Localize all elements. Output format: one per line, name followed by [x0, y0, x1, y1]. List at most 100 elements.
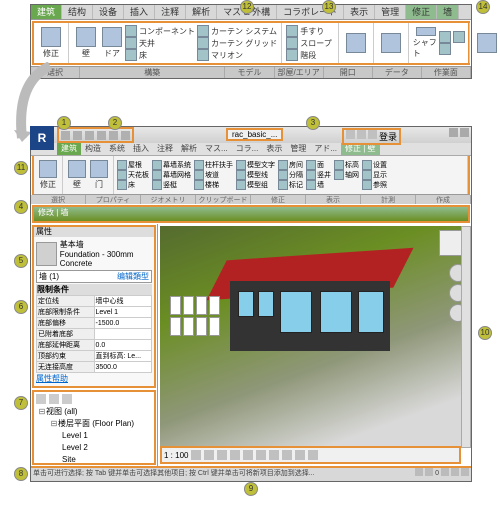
mtab-addins[interactable]: アド... [310, 143, 341, 155]
rb-item[interactable]: 床 [117, 180, 149, 190]
tree-item[interactable]: Site [36, 454, 152, 465]
print-icon[interactable] [109, 131, 118, 140]
vertical-scrollbar[interactable] [461, 226, 471, 448]
datum-button[interactable] [474, 27, 500, 59]
signin-link[interactable]: 登录 [379, 130, 397, 143]
rb-item[interactable]: 标高 [334, 160, 359, 170]
m-wall-button[interactable]: 壁 [66, 158, 88, 192]
tab-architecture[interactable]: 建筑 [31, 5, 62, 19]
mullion-button[interactable]: マリオン [197, 49, 277, 61]
ceiling-button[interactable]: 天井 [125, 37, 195, 49]
filter-icon[interactable] [441, 468, 449, 476]
mtab-analyze[interactable]: 解析 [177, 143, 201, 155]
app-menu-button[interactable]: R [30, 126, 54, 150]
undo-icon[interactable] [85, 131, 94, 140]
mtab-annotate[interactable]: 注释 [153, 143, 177, 155]
properties-help-link[interactable]: 属性帮助 [36, 373, 152, 384]
rb-item[interactable]: 天花板 [117, 170, 149, 180]
wall-button[interactable]: 壁 [73, 27, 99, 59]
sun-icon[interactable] [217, 450, 227, 460]
rb-item[interactable]: 分隔 [278, 170, 303, 180]
curtain-grid-button[interactable]: カーテン グリッド [197, 37, 277, 49]
reveal-icon[interactable] [308, 450, 318, 460]
rb-item[interactable]: 楼梯 [194, 180, 233, 190]
tab-annotate[interactable]: 注释 [155, 5, 186, 19]
rb-item[interactable]: 模型组 [236, 180, 275, 190]
tab-modify[interactable]: 修正 [406, 5, 437, 19]
mtab-insert[interactable]: 插入 [129, 143, 153, 155]
tree-root[interactable]: ⊟视图 (all) [36, 406, 152, 418]
rb-item[interactable]: 屋根 [117, 160, 149, 170]
scale-control[interactable]: 1 : 100 [164, 451, 188, 460]
visual-style-icon[interactable] [204, 450, 214, 460]
tab-manage[interactable]: 管理 [375, 5, 406, 19]
tree-item[interactable]: Level 2 [36, 442, 152, 454]
handrail-button[interactable]: 手すり [286, 25, 332, 37]
options-bar[interactable]: 修改 | 墙 [32, 205, 470, 223]
back-icon[interactable] [49, 394, 59, 404]
rb-item[interactable]: 参照 [362, 180, 387, 190]
detail-level-icon[interactable] [191, 450, 201, 460]
tree-floorplans[interactable]: ⊟楼层平面 (Floor Plan) [36, 418, 152, 430]
rb-item[interactable]: 显示 [362, 170, 387, 180]
m-door-button[interactable]: 门 [88, 158, 110, 192]
measure-icon[interactable] [121, 131, 130, 140]
rb-item[interactable]: 墙 [306, 180, 331, 190]
tab-insert[interactable]: 插入 [124, 5, 155, 19]
search-icon[interactable] [346, 130, 355, 139]
rb-item[interactable]: 标记 [278, 180, 303, 190]
tab-analyze[interactable]: 解析 [186, 5, 217, 19]
model-view[interactable] [160, 226, 461, 448]
exchange-icon[interactable] [449, 128, 458, 137]
mtab-struct[interactable]: 构造 [81, 143, 105, 155]
design-options-icon[interactable] [425, 468, 433, 476]
modify-button[interactable]: 修正 [38, 27, 64, 59]
worksets-icon[interactable] [415, 468, 423, 476]
rb-item[interactable]: 面 [306, 160, 331, 170]
comm-icon[interactable] [357, 130, 366, 139]
mtab-manage[interactable]: 管理 [286, 143, 310, 155]
floor-button[interactable]: 床 [125, 49, 195, 61]
m-modify-button[interactable]: 修正 [37, 158, 59, 192]
edit-type-link[interactable]: 编辑類型 [117, 271, 149, 282]
crop-show-icon[interactable] [269, 450, 279, 460]
rb-item[interactable]: 柱杆扶手 [194, 160, 233, 170]
save-icon[interactable] [73, 131, 82, 140]
slope-button[interactable]: スロープ [286, 37, 332, 49]
lock-icon[interactable] [282, 450, 292, 460]
rb-item[interactable]: 模型文字 [236, 160, 275, 170]
mtab-mass[interactable]: マス... [201, 143, 232, 155]
rb-item[interactable]: 竖梃 [152, 180, 191, 190]
open-icon[interactable] [61, 131, 70, 140]
model-button[interactable] [343, 27, 369, 59]
rb-item[interactable]: 轴网 [334, 170, 359, 180]
rb-item[interactable]: 幕墙系统 [152, 160, 191, 170]
rb-item[interactable]: 幕墙网格 [152, 170, 191, 180]
rb-item[interactable]: 房间 [278, 160, 303, 170]
document-tab[interactable]: rac_basic_... [226, 128, 283, 141]
curtain-system-button[interactable]: カーテン システム [197, 25, 277, 37]
redo-icon[interactable] [97, 131, 106, 140]
tab-view[interactable]: 表示 [344, 5, 375, 19]
help-icon[interactable] [460, 128, 469, 137]
render-icon[interactable] [243, 450, 253, 460]
rb-item[interactable]: 模型线 [236, 170, 275, 180]
mtab-view[interactable]: 表示 [262, 143, 286, 155]
tab-wall-context[interactable]: 墙 [437, 5, 459, 19]
hide-icon[interactable] [295, 450, 305, 460]
shadow-icon[interactable] [230, 450, 240, 460]
component-button[interactable]: コンポーネント [125, 25, 195, 37]
tab-systems[interactable]: 设备 [93, 5, 124, 19]
rb-item[interactable]: 竖井 [306, 170, 331, 180]
tree-item[interactable]: Level 1 [36, 430, 152, 442]
type-selector[interactable]: 基本墙Foundation - 300mm Concrete [36, 239, 152, 268]
crop-icon[interactable] [256, 450, 266, 460]
instance-selector[interactable]: 墙 (1)编辑類型 [36, 270, 152, 283]
mtab-systems[interactable]: 系统 [105, 143, 129, 155]
mtab-arch[interactable]: 建筑 [57, 143, 81, 155]
view-icon[interactable] [62, 394, 72, 404]
stair-button[interactable]: 階段 [286, 49, 332, 61]
room-button[interactable] [378, 27, 404, 59]
door-button[interactable]: ドア [99, 27, 125, 59]
mtab-collab[interactable]: コラ... [232, 143, 263, 155]
